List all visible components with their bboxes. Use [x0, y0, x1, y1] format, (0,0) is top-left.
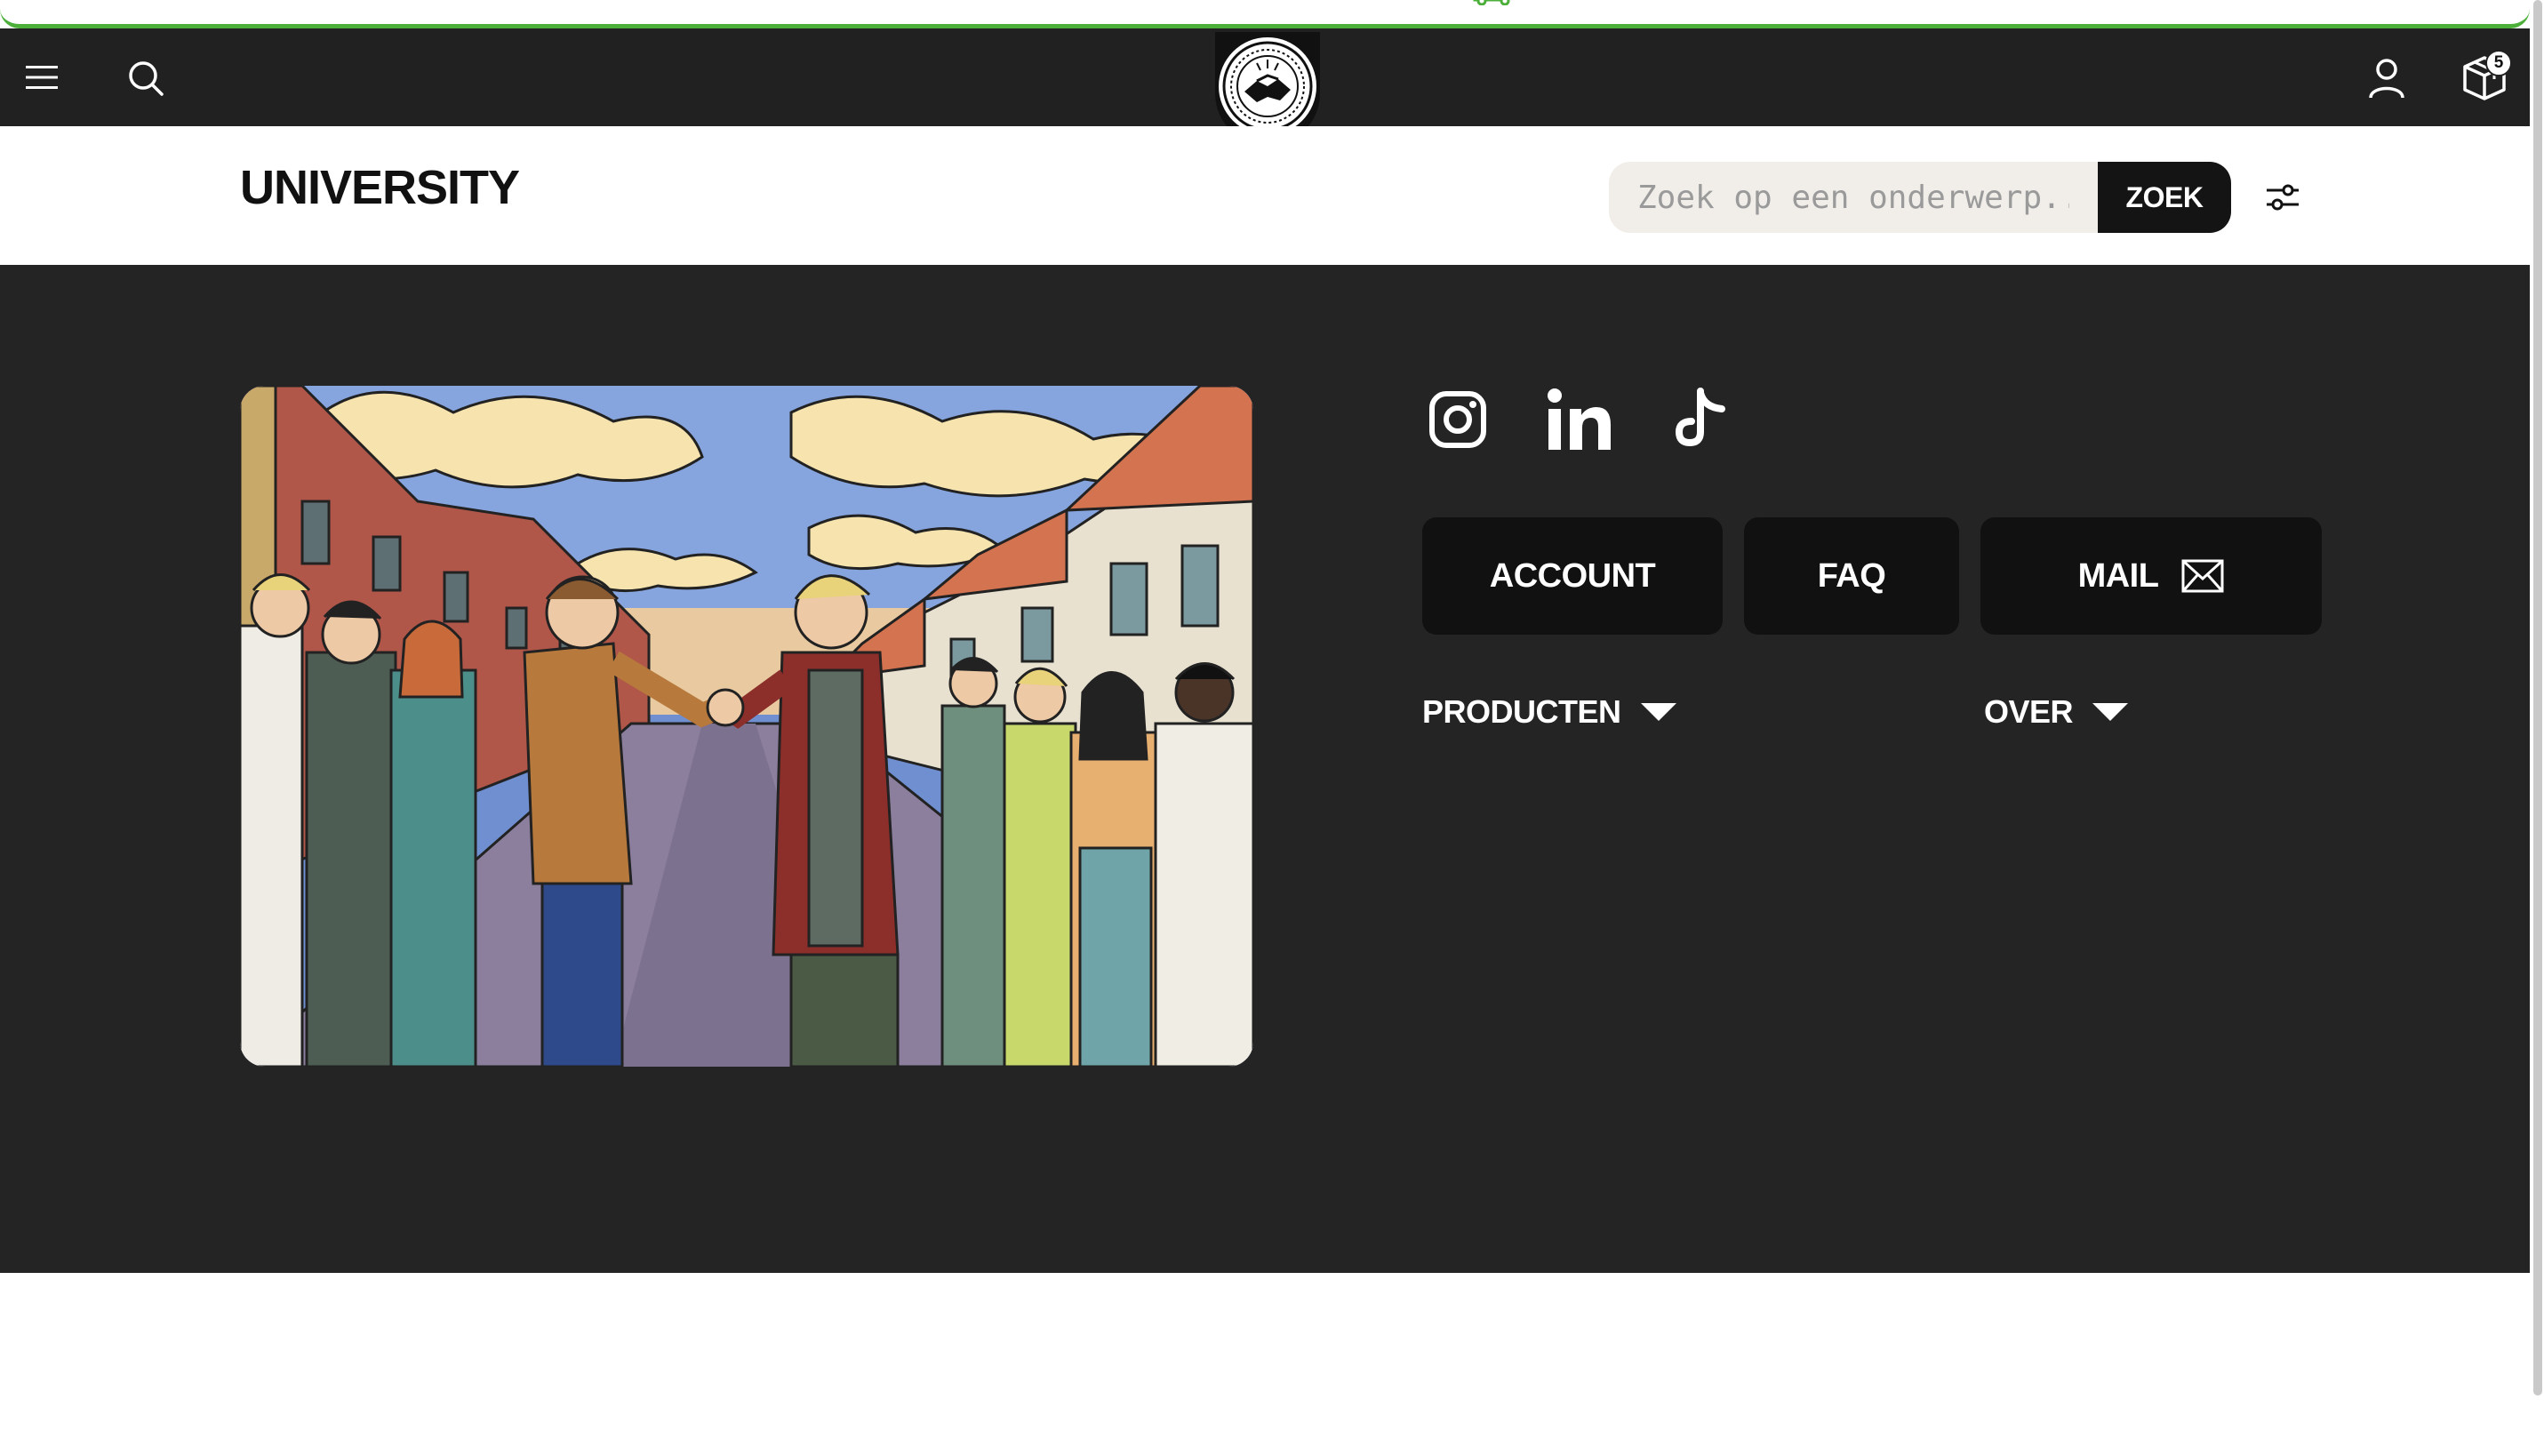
handshake-emblem-logo — [1219, 37, 1316, 135]
cart-count-badge: 5 — [2485, 50, 2512, 76]
footer-content-area: ACCOUNT FAQ MAIL PRODUCTEN OVER — [0, 265, 2530, 1273]
topic-search-input[interactable] — [1609, 162, 2098, 233]
hero-illustration — [240, 386, 1253, 1067]
linkedin-link[interactable] — [1543, 384, 1614, 455]
delivery-truck-icon — [1473, 0, 1514, 5]
instagram-link[interactable] — [1422, 384, 1493, 455]
site-header: 5 — [0, 28, 2530, 146]
scrollbar-thumb[interactable] — [2533, 0, 2542, 1396]
over-dropdown[interactable]: OVER — [1984, 693, 2129, 731]
page-title: UNIVERSITY — [240, 161, 520, 214]
menu-button[interactable] — [20, 55, 64, 100]
tiktok-icon — [1675, 388, 1725, 447]
topic-search-form: ZOEK — [1609, 162, 2231, 233]
products-dropdown[interactable]: PRODUCTEN — [1422, 693, 1676, 731]
faq-link-button[interactable]: FAQ — [1744, 517, 1959, 635]
linkedin-icon — [1548, 388, 1611, 450]
search-icon — [129, 61, 164, 96]
handshake-street-illustration — [240, 386, 1253, 1067]
account-link-button[interactable]: ACCOUNT — [1422, 517, 1723, 635]
products-dropdown-label: PRODUCTEN — [1422, 693, 1621, 730]
sliders-icon — [2267, 184, 2299, 211]
account-button[interactable] — [2361, 52, 2412, 104]
mail-label: MAIL — [2077, 556, 2159, 595]
user-icon — [2369, 59, 2404, 99]
tiktok-link[interactable] — [1664, 384, 1735, 455]
header-search-button[interactable] — [123, 55, 169, 101]
filter-button[interactable] — [2258, 169, 2308, 226]
social-links — [1422, 384, 1735, 455]
instagram-icon — [1429, 391, 1486, 448]
logo-emblem-icon — [1222, 41, 1313, 132]
caret-down-icon — [2092, 703, 2129, 721]
envelope-icon — [2181, 559, 2224, 593]
footer-button-row: ACCOUNT FAQ MAIL — [1422, 517, 2322, 635]
mail-link-button[interactable]: MAIL — [1980, 517, 2322, 635]
page-title-bar: UNIVERSITY ZOEK — [0, 126, 2530, 265]
caret-down-icon — [1640, 703, 1676, 721]
search-submit-button[interactable]: ZOEK — [2098, 162, 2231, 233]
hamburger-menu-icon — [26, 66, 58, 89]
over-dropdown-label: OVER — [1984, 693, 2074, 730]
cart-button[interactable]: 5 — [2453, 46, 2516, 108]
announcement-bar — [0, 0, 2530, 28]
